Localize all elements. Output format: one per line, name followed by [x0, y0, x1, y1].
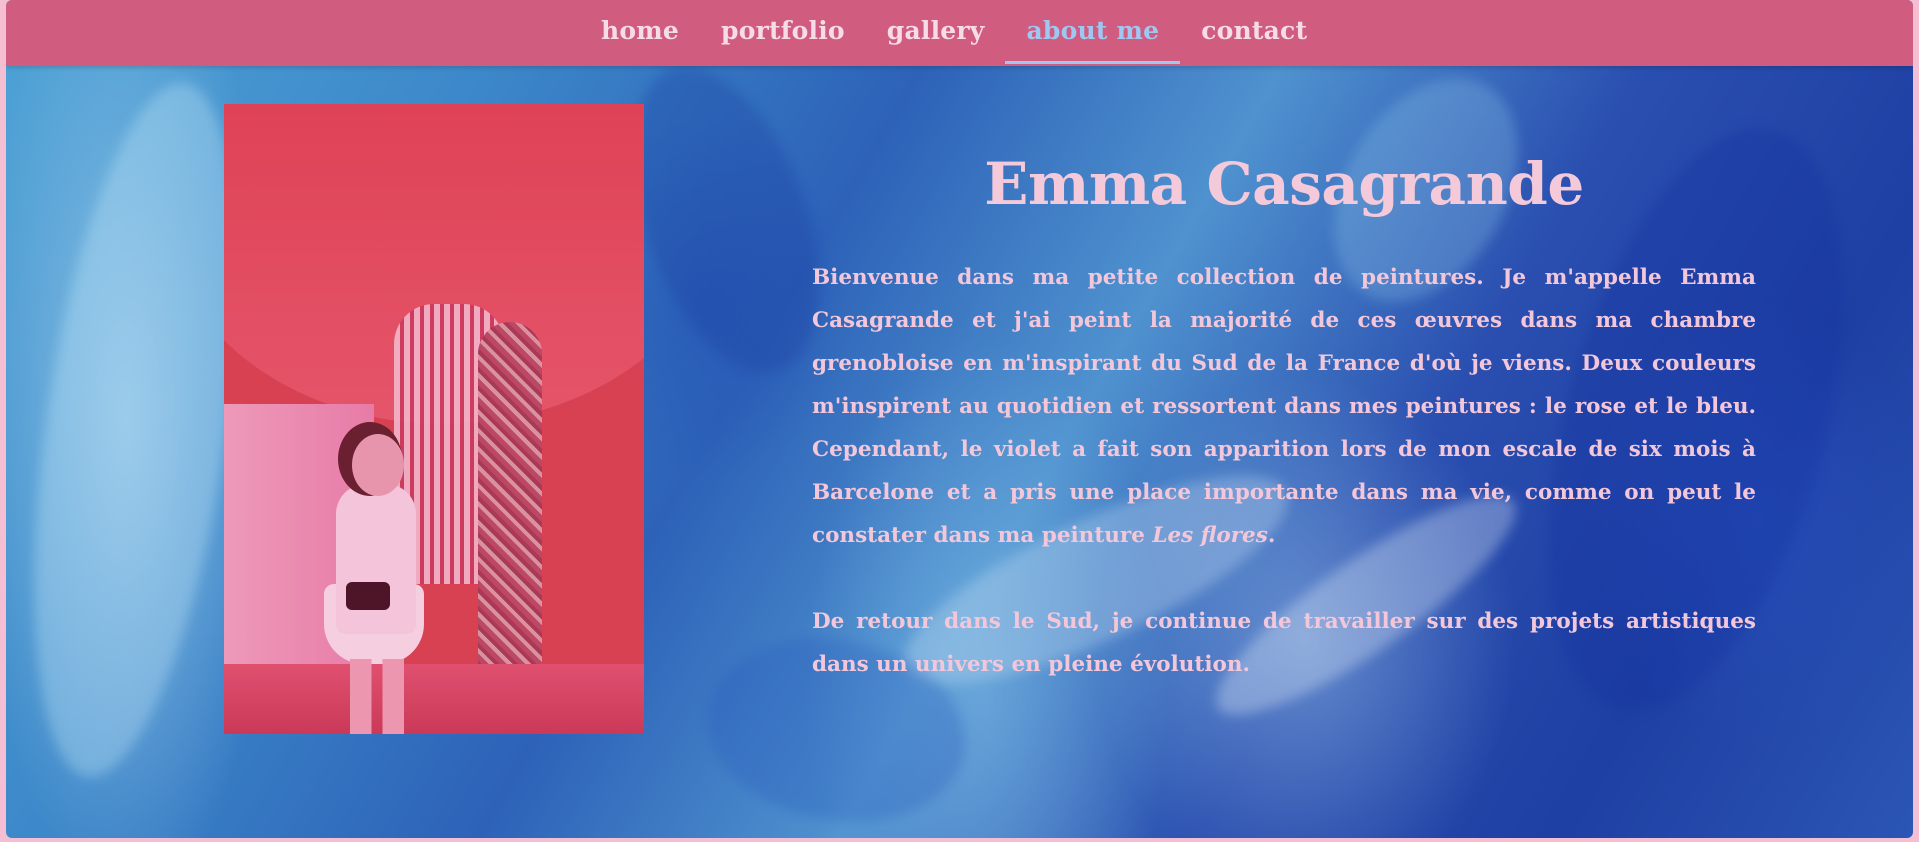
bio-text: Bienvenue dans ma petite collection de p… [812, 256, 1756, 686]
bio-paragraph-2: De retour dans le Sud, je continue de tr… [812, 609, 1756, 677]
nav-item-about-me[interactable]: about me [1005, 0, 1180, 66]
portrait-photo [224, 104, 644, 734]
nav-item-contact[interactable]: contact [1180, 0, 1328, 66]
bio-paragraph-1-end: . [1267, 523, 1276, 548]
page-frame: home portfolio gallery about me contact … [6, 0, 1913, 838]
top-navbar: home portfolio gallery about me contact [6, 0, 1913, 66]
nav-item-gallery[interactable]: gallery [866, 0, 1006, 66]
bio-paragraph-1-text: Bienvenue dans ma petite collection de p… [812, 265, 1756, 548]
page-title: Emma Casagrande [984, 150, 1584, 218]
nav-item-home[interactable]: home [580, 0, 700, 66]
painting-title: Les flores [1152, 523, 1268, 548]
bio-paragraph-1: Bienvenue dans ma petite collection de p… [812, 256, 1756, 557]
nav-menu: home portfolio gallery about me contact [580, 0, 1328, 66]
photo-tint [224, 104, 644, 734]
nav-item-portfolio[interactable]: portfolio [700, 0, 866, 66]
